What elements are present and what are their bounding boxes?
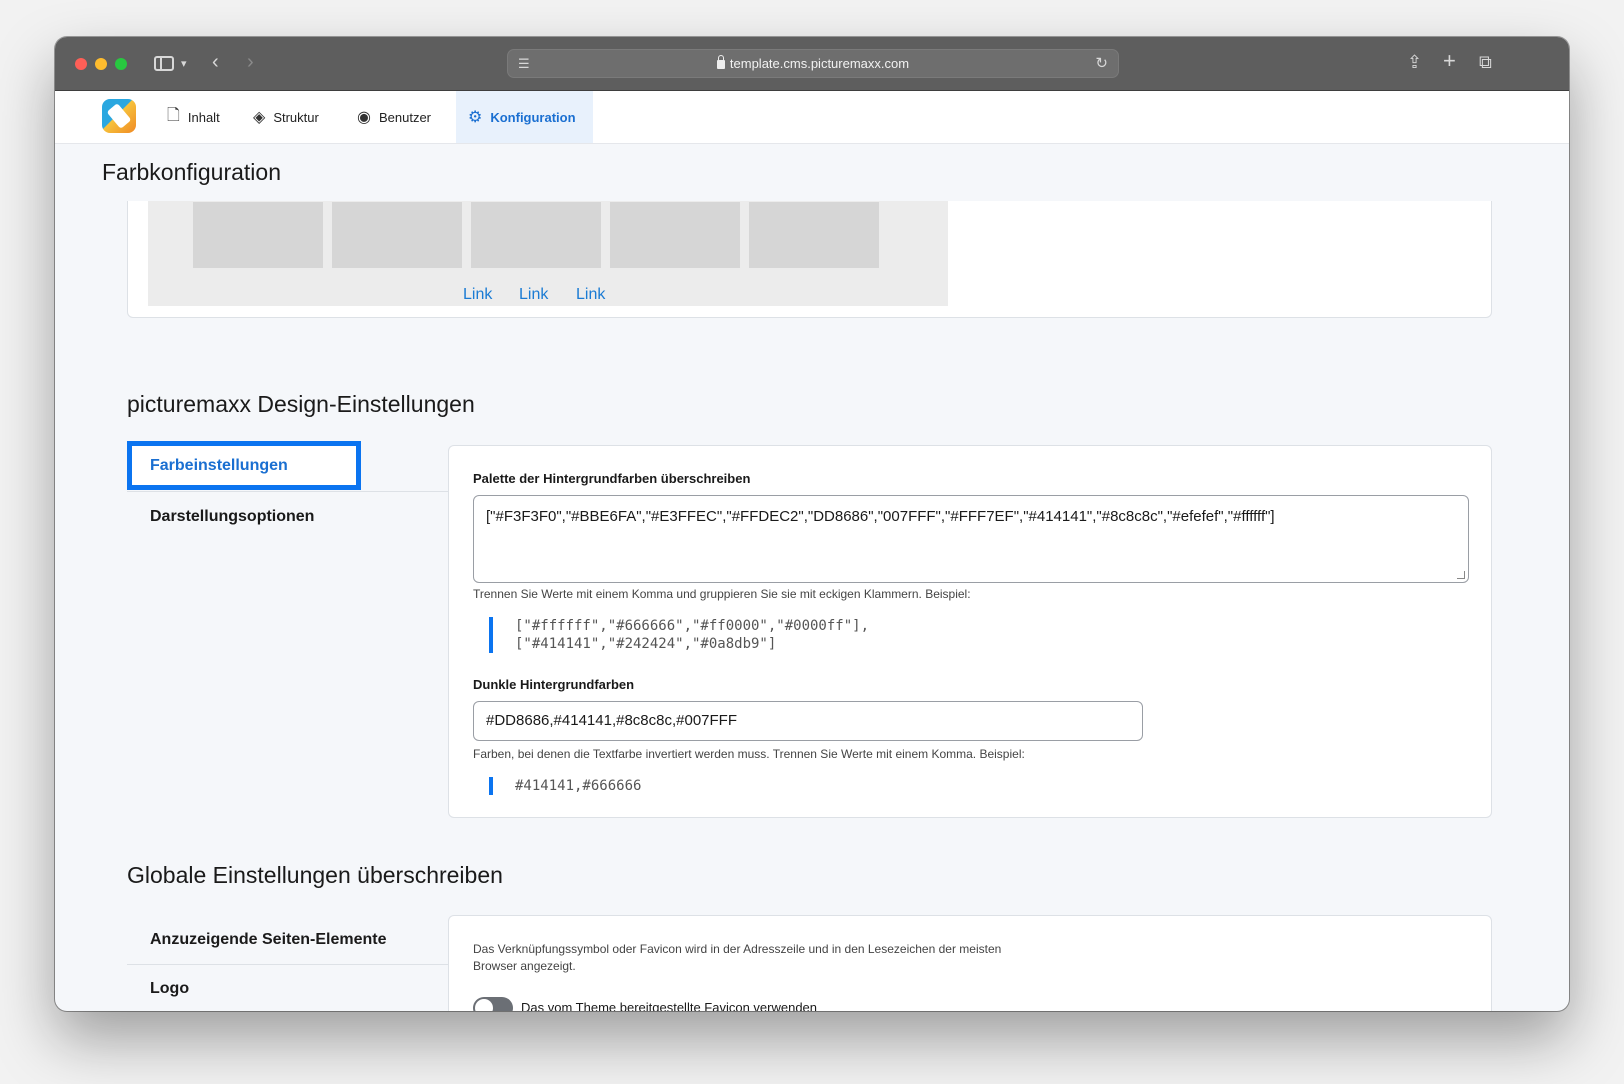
palette-label: Palette der Hintergrundfarben überschrei… [473,471,751,486]
tab-overview-icon[interactable]: ⧉ [1479,52,1492,72]
app-logo[interactable] [102,99,136,133]
help-line: Browser angezeigt. [473,959,576,973]
global-settings-card: Das Verknüpfungssymbol oder Favicon wird… [448,915,1492,1011]
dark-colors-help-text: Farben, bei denen die Textfarbe invertie… [473,747,1025,761]
preview-thumbnail [471,202,601,268]
favicon-toggle-label: Das vom Theme bereitgestellte Favicon ve… [521,1000,818,1011]
page-header: Farbkonfiguration [55,144,1569,201]
reader-icon[interactable]: ☰ [518,50,530,77]
nav-item-inhalt[interactable]: 🗋 Inhalt [155,91,232,143]
page-title: Farbkonfiguration [102,159,281,185]
zoom-window-button[interactable] [115,58,127,70]
nav-item-konfiguration[interactable]: ⚙ Konfiguration [456,91,593,143]
favicon-toggle[interactable] [473,997,513,1011]
preview-thumbnail [193,202,323,268]
gear-icon: ⚙ [468,109,483,126]
nav-label: Konfiguration [490,109,576,125]
nav-item-struktur[interactable]: ◈ Struktur [241,91,331,143]
preview-card: Link Link Link [127,201,1492,318]
tab-logo[interactable]: Logo [127,964,448,1011]
preview-thumbnail [332,202,462,268]
document-icon: 🗋 [167,106,180,124]
palette-example-code: ["#ffffff","#666666","#ff0000","#0000ff"… [489,617,869,653]
design-section-title: picturemaxx Design-Einstellungen [127,391,475,417]
lock-icon [716,55,725,69]
preview-link[interactable]: Link [576,286,605,304]
resize-grip-icon[interactable] [1457,571,1465,579]
main-content: Link Link Link picturemaxx Design-Einste… [55,201,1569,1011]
tab-farbeinstellungen[interactable]: Farbeinstellungen [127,441,361,490]
dark-colors-label: Dunkle Hintergrundfarben [473,677,635,692]
dark-colors-example-code: #414141,#666666 [489,777,641,795]
reload-icon[interactable]: ↻ [1095,50,1108,77]
browser-toolbar: ▾ ‹ › ☰ template.cms.picturemaxx.com ↻ ⇪… [55,37,1569,91]
nav-label: Struktur [273,109,319,125]
address-bar[interactable]: ☰ template.cms.picturemaxx.com ↻ [507,49,1119,78]
preview-link[interactable]: Link [463,286,492,304]
minimize-window-button[interactable] [95,58,107,70]
tab-seiten-elemente[interactable]: Anzuzeigende Seiten-Elemente [127,915,448,964]
new-tab-icon[interactable]: + [1443,50,1456,72]
dark-colors-input[interactable]: #DD8686,#414141,#8c8c8c,#007FFF [473,701,1143,741]
share-icon[interactable]: ⇪ [1407,52,1422,72]
browser-window: ▾ ‹ › ☰ template.cms.picturemaxx.com ↻ ⇪… [55,37,1569,1011]
close-window-button[interactable] [75,58,87,70]
code-line: ["#ffffff","#666666","#ff0000","#0000ff"… [515,618,870,634]
palette-value: ["#F3F3F0","#BBE6FA","#E3FFEC","#FFDEC2"… [486,508,1275,525]
nav-label: Benutzer [378,109,432,125]
help-line: Das Verknüpfungssymbol oder Favicon wird… [473,942,1002,956]
back-icon[interactable]: ‹ [212,52,219,72]
user-circle-icon: ◉ [357,109,371,126]
chevron-down-icon[interactable]: ▾ [181,54,187,74]
preview-link[interactable]: Link [519,286,548,304]
nav-label: Inhalt [187,109,220,125]
app-navigation: 🗋 Inhalt ◈ Struktur ◉ Benutzer ⚙ Konfigu… [55,91,1569,144]
url-text: template.cms.picturemaxx.com [729,56,910,71]
code-line: #414141,#666666 [515,778,642,794]
palette-textarea[interactable]: ["#F3F3F0","#BBE6FA","#E3FFEC","#FFDEC2"… [473,495,1469,583]
preview-thumbnail [610,202,740,268]
layers-icon: ◈ [253,109,266,126]
preview-area: Link Link Link [148,201,948,306]
sidebar-toggle-icon[interactable] [154,56,174,71]
global-section-title: Globale Einstellungen überschreiben [127,862,503,888]
preview-thumbnail [749,202,879,268]
forward-icon[interactable]: › [247,52,254,72]
color-settings-card: Palette der Hintergrundfarben überschrei… [448,445,1492,818]
code-line: ["#414141","#242424","#0a8db9"] [515,636,777,652]
palette-help-text: Trennen Sie Werte mit einem Komma und gr… [473,587,971,601]
nav-item-benutzer[interactable]: ◉ Benutzer [345,91,443,143]
favicon-help-text: Das Verknüpfungssymbol oder Favicon wird… [473,941,1001,975]
tab-darstellungsoptionen[interactable]: Darstellungsoptionen [127,492,448,541]
